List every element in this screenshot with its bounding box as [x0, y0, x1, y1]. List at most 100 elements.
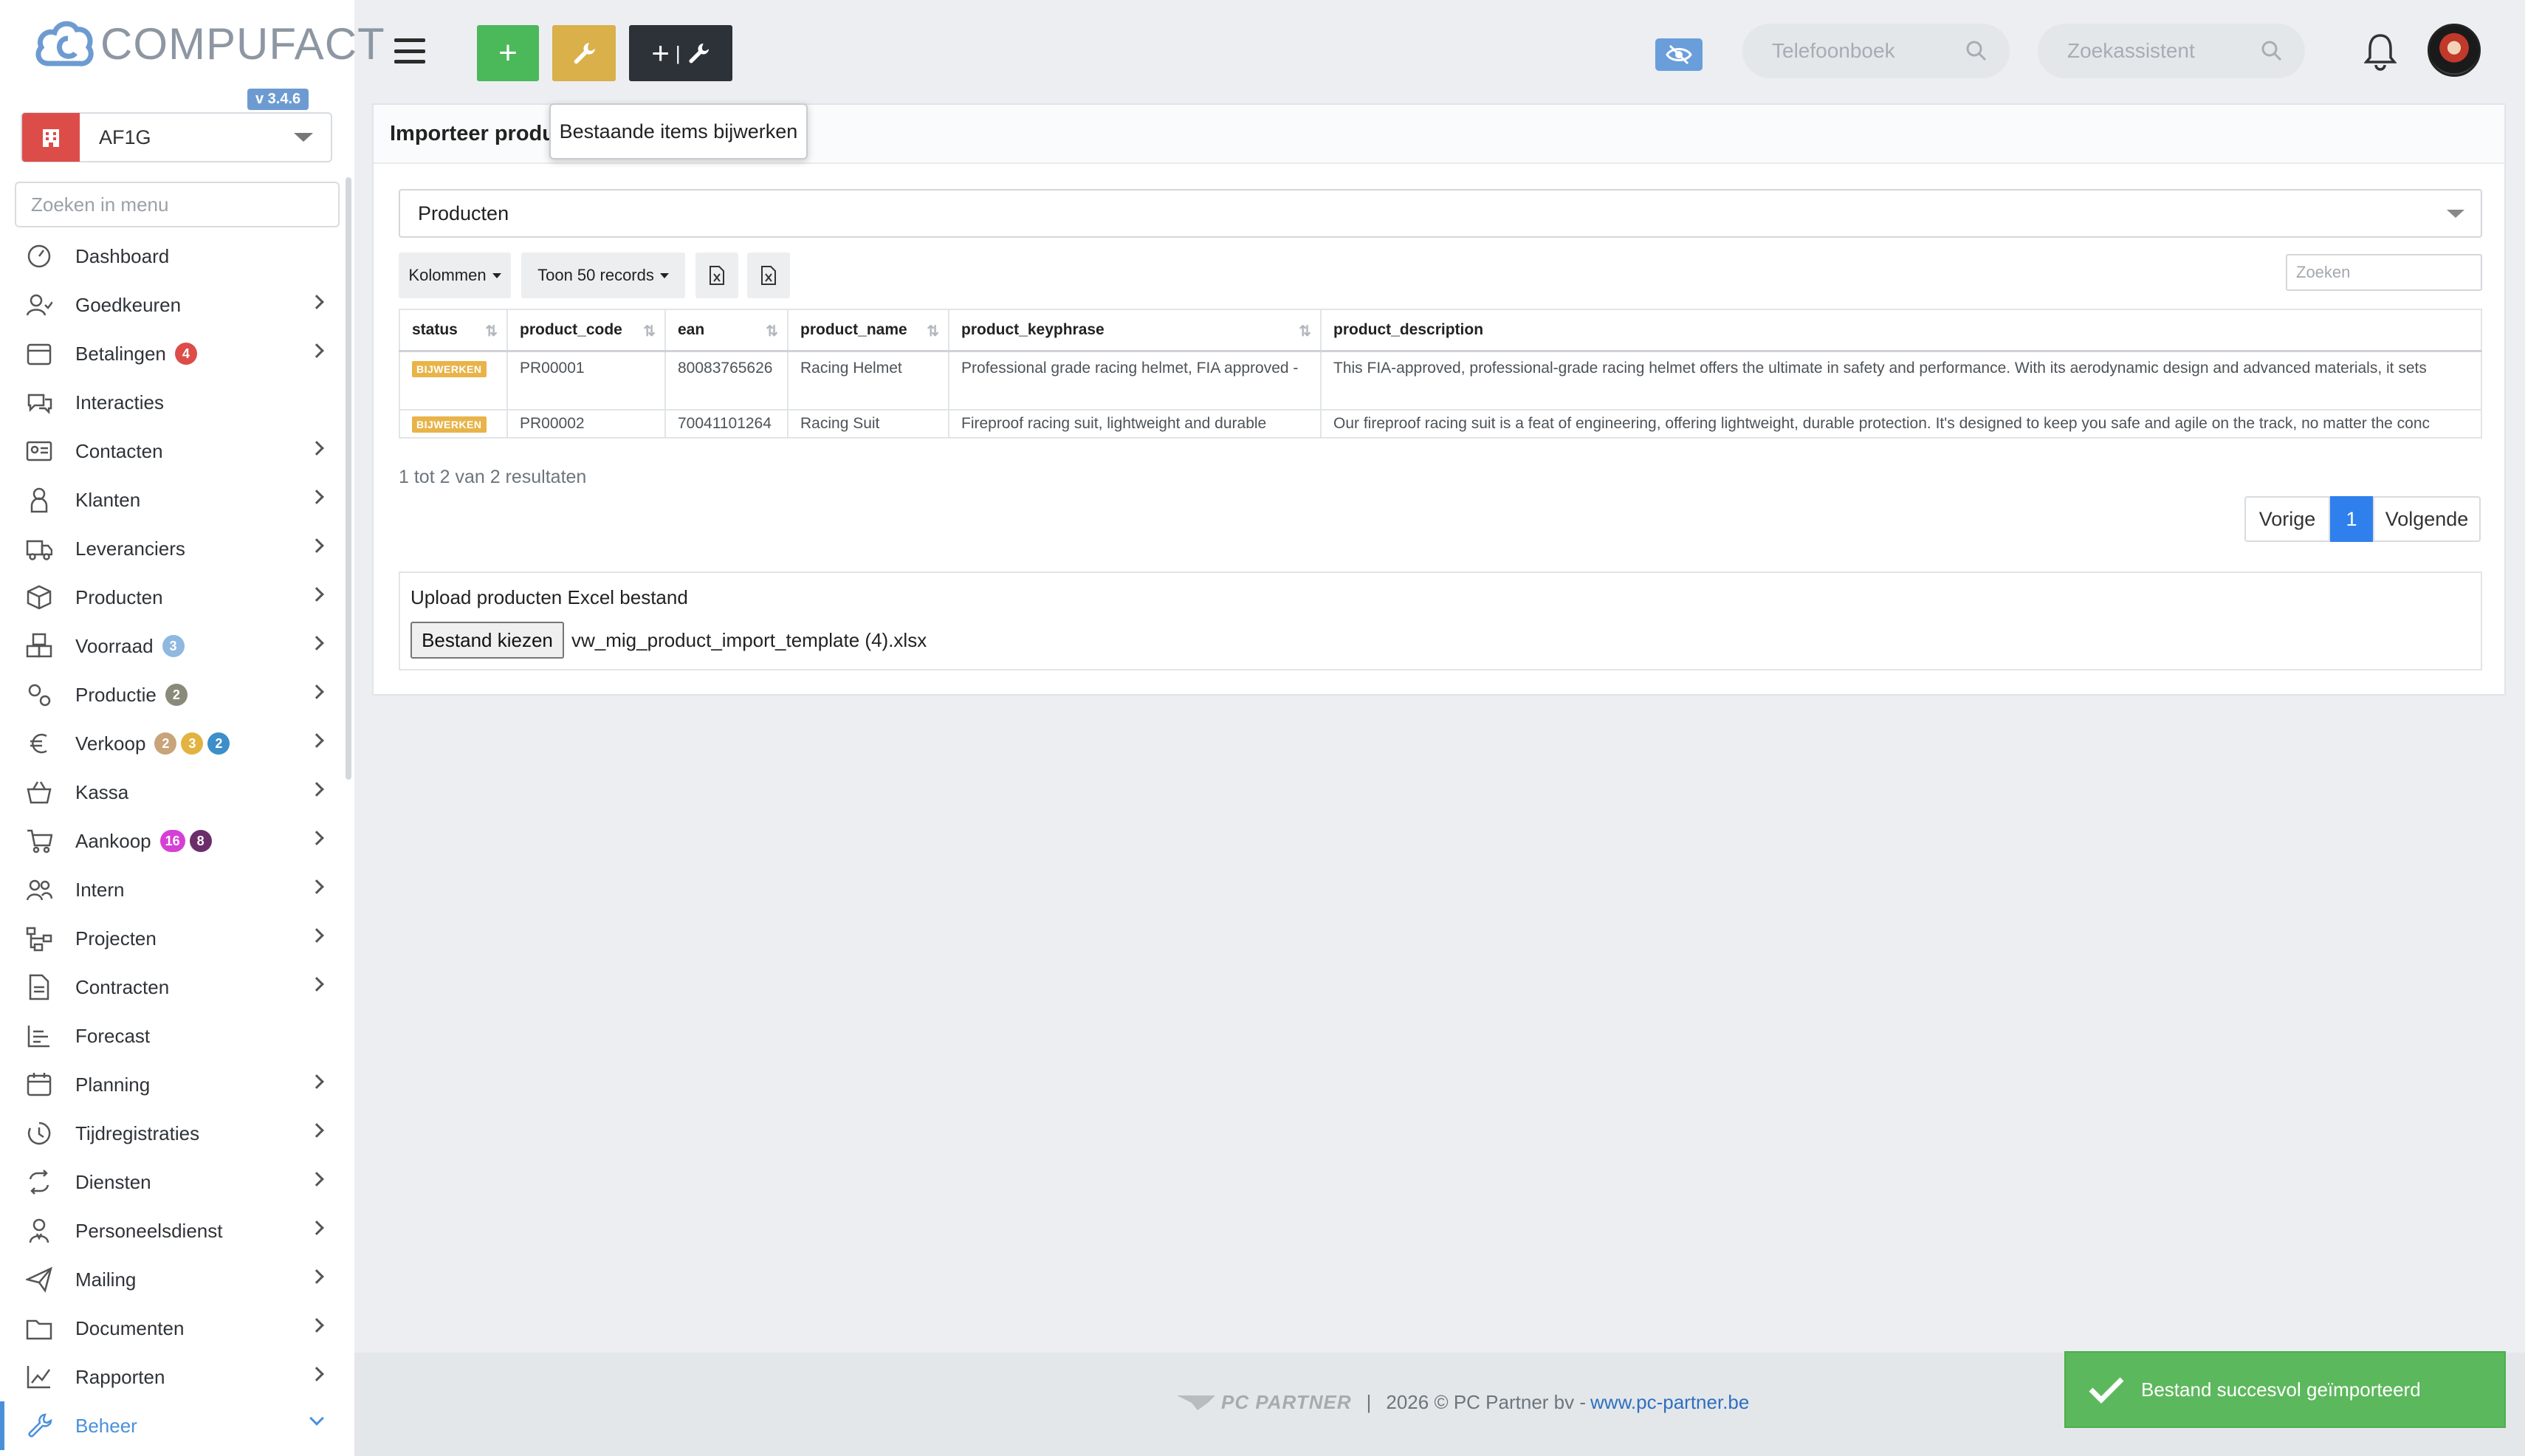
sidebar-item-kassa[interactable]: Kassa	[0, 768, 346, 817]
export-excel-button[interactable]	[695, 253, 738, 298]
company-selector[interactable]: AF1G	[21, 112, 332, 162]
sidebar-item-productie[interactable]: Productie 2	[0, 670, 346, 719]
divider-icon: |	[675, 41, 681, 64]
export-csv-button[interactable]	[747, 253, 790, 298]
update-existing-button[interactable]	[552, 25, 616, 81]
table-search-input[interactable]	[2286, 254, 2482, 291]
col-keyphrase-header[interactable]: product_keyphrase ⇅	[948, 309, 1322, 352]
bell-icon[interactable]	[2364, 32, 2397, 71]
privacy-toggle-button[interactable]	[1655, 38, 1703, 71]
add-and-update-button[interactable]: + |	[629, 25, 732, 81]
choose-file-button[interactable]: Bestand kiezen	[410, 622, 564, 659]
sidebar-item-interacties[interactable]: Interacties	[0, 378, 346, 427]
sidebar-item-betalingen[interactable]: Betalingen 4	[0, 329, 346, 378]
sidebar-item-forecast[interactable]: Forecast	[0, 1012, 346, 1060]
count-badge: 16	[159, 830, 185, 852]
chevron-down-icon	[2447, 210, 2464, 218]
phonebook-search-input[interactable]	[1772, 39, 1964, 63]
sidebar-item-personeelsdienst[interactable]: Personeelsdienst	[0, 1206, 346, 1255]
wrench-icon	[689, 43, 709, 63]
chevron-right-icon	[309, 733, 324, 748]
phonebook-search[interactable]	[1742, 24, 2010, 78]
sidebar-item-label: Interacties	[75, 391, 164, 413]
count-badge: 2	[207, 732, 230, 755]
sidebar-item-projecten[interactable]: Projecten	[0, 914, 346, 963]
sidebar-item-contracten[interactable]: Contracten	[0, 963, 346, 1012]
sidebar-item-label: Aankoop	[75, 829, 151, 852]
logo[interactable]: COMPUFACT	[34, 16, 385, 71]
col-product-name-header[interactable]: product_name ⇅	[787, 309, 949, 352]
footer-separator: |	[1366, 1391, 1372, 1413]
assistant-search[interactable]	[2038, 24, 2305, 78]
col-description-header[interactable]: product_description	[1320, 309, 2482, 352]
sidebar-item-voorraad[interactable]: Voorraad 3	[0, 622, 346, 670]
hamburger-menu-icon[interactable]	[394, 38, 425, 63]
sidebar-item-tijdregistraties[interactable]: Tijdregistraties	[0, 1109, 346, 1158]
header-label: ean	[678, 320, 705, 338]
sidebar-item-producten[interactable]: Producten	[0, 573, 346, 622]
chevron-right-icon	[309, 636, 324, 650]
sidebar-item-goedkeuren[interactable]: Goedkeuren	[0, 281, 346, 329]
previous-page-button[interactable]: Vorige	[2244, 496, 2330, 542]
sidebar-item-label: Kassa	[75, 780, 129, 803]
sidebar-item-klanten[interactable]: Klanten	[0, 475, 346, 524]
import-type-select[interactable]: Producten	[399, 189, 2482, 238]
footer-link[interactable]: www.pc-partner.be	[1590, 1391, 1749, 1414]
records-label: Toon 50 records	[537, 266, 654, 284]
footer-logo: PC PARTNER	[1221, 1391, 1352, 1413]
sidebar-item-contacten[interactable]: Contacten	[0, 427, 346, 475]
version-badge: v 3.4.6	[247, 89, 309, 110]
upload-section: Upload producten Excel bestand Bestand k…	[399, 571, 2482, 670]
sidebar-item-mailing[interactable]: Mailing	[0, 1255, 346, 1304]
add-button[interactable]: +	[477, 25, 539, 81]
basket-icon	[22, 777, 56, 807]
cell-keyphrase: Fireproof racing suit, lightweight and d…	[948, 409, 1322, 439]
sidebar-item-label: Forecast	[75, 1024, 151, 1047]
sidebar-item-aankoop[interactable]: Aankoop 16 8	[0, 817, 346, 865]
menu-search-input[interactable]	[15, 182, 340, 227]
sidebar-item-dashboard[interactable]: Dashboard	[0, 232, 346, 281]
cell-status: BIJWERKEN	[399, 350, 508, 411]
avatar[interactable]	[2428, 24, 2481, 77]
sidebar-item-leveranciers[interactable]: Leveranciers	[0, 524, 346, 573]
sidebar-item-documenten[interactable]: Documenten	[0, 1304, 346, 1353]
forecast-icon	[22, 1021, 56, 1051]
sidebar-item-rapporten[interactable]: Rapporten	[0, 1353, 346, 1401]
current-page-button[interactable]: 1	[2330, 496, 2373, 542]
records-dropdown-button[interactable]: Toon 50 records	[521, 253, 685, 298]
plus-icon: +	[651, 35, 670, 70]
caret-down-icon	[659, 272, 669, 278]
sidebar-item-intern[interactable]: Intern	[0, 865, 346, 914]
chevron-right-icon	[309, 928, 324, 943]
sidebar-scrollbar[interactable]	[346, 177, 351, 780]
chevron-right-icon	[309, 1074, 324, 1089]
cell-ean: 70041101264	[664, 409, 789, 439]
wrench-icon	[574, 43, 595, 64]
sidebar-item-label: Leveranciers	[75, 537, 185, 560]
table-row[interactable]: BIJWERKEN PR00001 80083765626 Racing Hel…	[399, 350, 2482, 411]
table-row[interactable]: BIJWERKEN PR00002 70041101264 Racing Sui…	[399, 409, 2482, 439]
sidebar-item-planning[interactable]: Planning	[0, 1060, 346, 1109]
cart-icon	[22, 826, 56, 856]
chevron-right-icon	[309, 1220, 324, 1235]
sidebar-item-verkoop[interactable]: Verkoop 2 3 2	[0, 719, 346, 768]
cell-product-code: PR00002	[506, 409, 666, 439]
header-label: product_description	[1333, 320, 1484, 338]
assistant-search-input[interactable]	[2067, 39, 2259, 63]
success-toast[interactable]: Bestand succesvol geïmporteerd	[2064, 1351, 2506, 1428]
sidebar-item-beheer[interactable]: Beheer	[0, 1401, 346, 1450]
col-status-header[interactable]: status ⇅	[399, 309, 508, 352]
gears-icon	[22, 680, 56, 710]
sidebar-item-label: Rapporten	[75, 1365, 165, 1388]
search-icon	[1966, 41, 1987, 61]
contact-card-icon	[22, 436, 56, 466]
next-page-button[interactable]: Volgende	[2373, 496, 2481, 542]
search-icon	[2261, 41, 2282, 61]
col-ean-header[interactable]: ean ⇅	[664, 309, 789, 352]
cell-description: This FIA-approved, professional-grade ra…	[1320, 350, 2482, 411]
col-product-code-header[interactable]: product_code ⇅	[506, 309, 666, 352]
columns-dropdown-button[interactable]: Kolommen	[399, 253, 511, 298]
sidebar-item-diensten[interactable]: Diensten	[0, 1158, 346, 1206]
header-label: status	[412, 320, 458, 338]
header-label: product_keyphrase	[961, 320, 1105, 338]
